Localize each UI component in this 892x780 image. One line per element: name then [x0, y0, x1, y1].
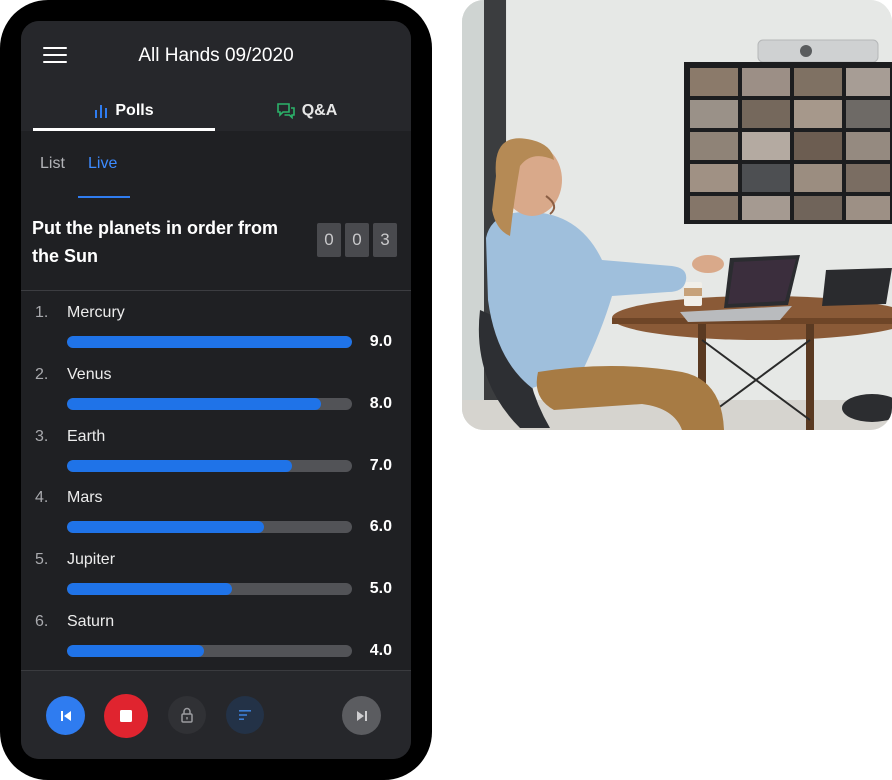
answer-label: Earth	[67, 427, 106, 445]
answer-rank: 5.	[35, 551, 49, 569]
answer-score: 6.0	[369, 518, 392, 536]
answer-rank: 4.	[35, 489, 49, 507]
sort-icon	[239, 710, 251, 720]
result-bar-fill	[67, 336, 352, 348]
bar-chart-icon	[95, 105, 108, 118]
answer-row: 6. Saturn 4.0	[21, 613, 411, 675]
result-bar	[67, 521, 352, 534]
answer-rank: 2.	[35, 365, 49, 383]
answer-rank: 3.	[35, 427, 49, 445]
tablet-device: All Hands 09/2020 Polls Q&A List Live Pu…	[0, 0, 432, 780]
subtab-live[interactable]: Live	[88, 155, 117, 173]
counter-digit: 0	[345, 223, 369, 257]
response-counter: 0 0 3	[317, 223, 397, 257]
poll-controls-bar	[21, 670, 411, 759]
result-bar	[67, 583, 352, 596]
active-subtab-indicator	[78, 196, 130, 198]
answer-row: 2. Venus 8.0	[21, 366, 411, 428]
tab-label: Polls	[115, 102, 154, 119]
tab-label: Q&A	[301, 102, 338, 119]
answer-row: 3. Earth 7.0	[21, 428, 411, 490]
result-bar-fill	[67, 583, 233, 596]
next-button[interactable]	[342, 696, 381, 735]
previous-button[interactable]	[46, 696, 85, 735]
answer-score: 5.0	[369, 580, 392, 598]
answer-score: 4.0	[369, 641, 392, 659]
page-title: All Hands 09/2020	[138, 45, 294, 66]
result-bar	[67, 336, 352, 348]
lock-button[interactable]	[168, 696, 206, 734]
answer-label: Mercury	[67, 304, 125, 321]
skip-next-icon	[356, 710, 367, 721]
result-bar-fill	[67, 397, 321, 410]
meeting-room-illustration	[462, 0, 892, 430]
lock-icon	[181, 707, 193, 723]
result-bar-fill	[67, 521, 264, 534]
counter-digit: 0	[317, 223, 341, 257]
answer-rank: 6.	[35, 612, 49, 630]
divider	[21, 290, 411, 291]
tab-qa[interactable]: Q&A	[215, 91, 399, 131]
active-tab-indicator	[33, 128, 215, 131]
tab-polls[interactable]: Polls	[33, 91, 215, 131]
sort-button[interactable]	[226, 696, 264, 734]
answer-list: 1. Mercury 9.0 2. Venus 8.0 3. Earth 7.0…	[21, 304, 411, 675]
chat-bubbles-icon	[276, 103, 295, 119]
answer-label: Venus	[67, 365, 112, 383]
stop-button[interactable]	[104, 694, 148, 738]
answer-row: 5. Jupiter 5.0	[21, 551, 411, 613]
result-bar-fill	[67, 644, 204, 657]
answer-label: Jupiter	[67, 551, 116, 569]
meeting-room-photo	[462, 0, 892, 430]
counter-digit: 3	[373, 223, 397, 257]
result-bar	[67, 397, 352, 410]
result-bar	[67, 459, 352, 472]
poll-question: Put the planets in order from the Sun	[32, 218, 279, 266]
answer-score: 8.0	[369, 394, 392, 412]
answer-score: 7.0	[369, 456, 392, 474]
answer-score: 9.0	[369, 333, 392, 350]
subtab-list[interactable]: List	[40, 155, 65, 173]
answer-row: 1. Mercury 9.0	[21, 304, 411, 366]
result-bar-fill	[67, 459, 293, 472]
answer-label: Mars	[67, 489, 103, 507]
skip-previous-icon	[60, 710, 71, 721]
answer-row: 4. Mars 6.0	[21, 489, 411, 551]
app-screen: All Hands 09/2020 Polls Q&A List Live Pu…	[21, 21, 411, 759]
stop-icon	[120, 710, 132, 722]
result-bar	[67, 644, 352, 657]
app-header: All Hands 09/2020 Polls Q&A	[21, 21, 411, 131]
answer-label: Saturn	[67, 612, 115, 630]
answer-rank: 1.	[35, 304, 49, 321]
